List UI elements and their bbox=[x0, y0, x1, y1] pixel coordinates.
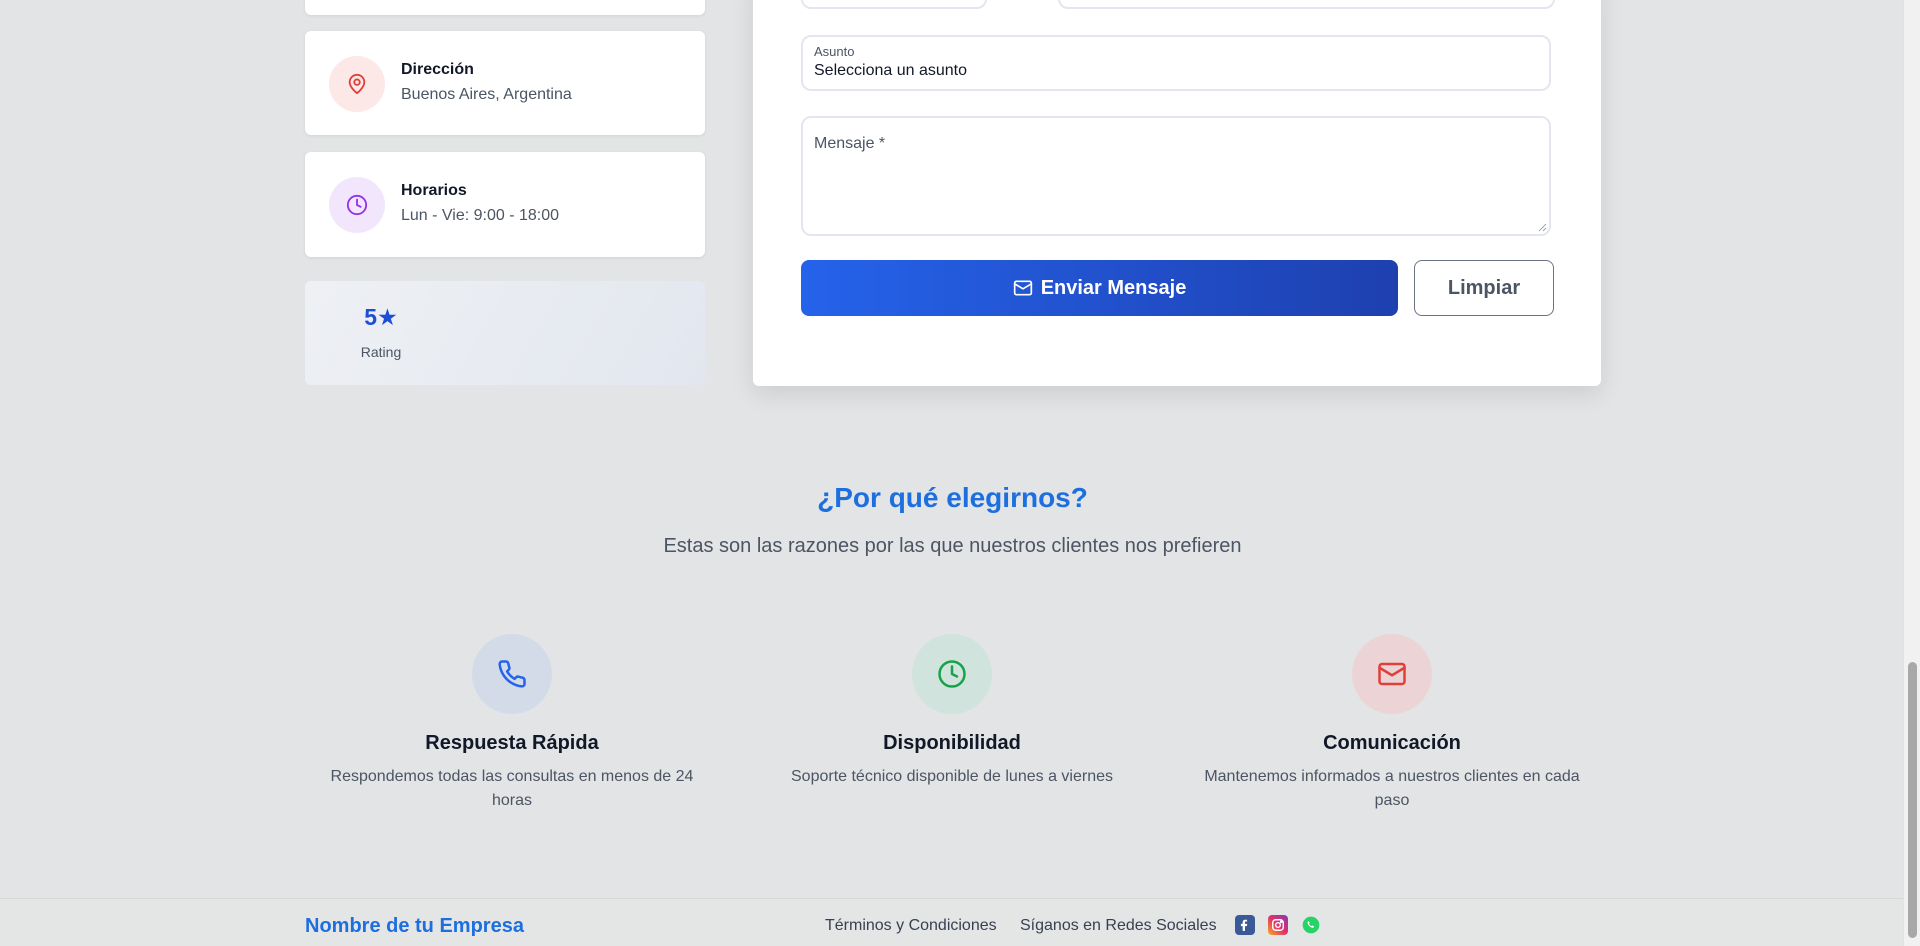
feature-desc: Mantenemos informados a nuestros cliente… bbox=[1204, 768, 1580, 809]
feature-title: Comunicación bbox=[1323, 732, 1461, 754]
info-card-partial bbox=[305, 0, 705, 15]
social-link[interactable]: Síganos en Redes Sociales bbox=[1020, 917, 1217, 935]
whatsapp-icon[interactable] bbox=[1301, 915, 1321, 935]
subject-value: Selecciona un asunto bbox=[814, 62, 967, 79]
feature-availability: Disponibilidad Soporte técnico disponibl… bbox=[762, 634, 1142, 789]
facebook-icon[interactable] bbox=[1235, 915, 1255, 935]
feature-desc: Soporte técnico disponible de lunes a vi… bbox=[791, 768, 1113, 785]
page: Dirección Buenos Aires, Argentina Horari… bbox=[0, 0, 1920, 946]
phone-icon bbox=[472, 634, 552, 714]
footer: Nombre de tu Empresa Términos y Condicio… bbox=[0, 898, 1903, 946]
clear-label: Limpiar bbox=[1447, 276, 1521, 299]
terms-link[interactable]: Términos y Condiciones bbox=[825, 917, 997, 935]
why-title: ¿Por qué elegirnos? bbox=[817, 482, 1088, 513]
vertical-scrollbar[interactable] bbox=[1903, 0, 1920, 946]
clear-button[interactable]: Limpiar bbox=[1414, 260, 1554, 316]
map-pin-icon bbox=[329, 56, 385, 112]
subject-select[interactable]: Asunto Selecciona un asunto bbox=[801, 35, 1551, 91]
resize-handle-icon[interactable] bbox=[1537, 222, 1547, 232]
send-message-button[interactable]: Enviar Mensaje bbox=[801, 260, 1398, 316]
mail-icon bbox=[1013, 280, 1032, 296]
rating-card: 5★ Rating bbox=[305, 281, 705, 385]
rating-label: Rating bbox=[360, 344, 402, 360]
clock-icon bbox=[912, 634, 992, 714]
mail-icon bbox=[1352, 634, 1432, 714]
subject-label: Asunto bbox=[814, 44, 855, 59]
rating-value: 5★ bbox=[364, 304, 398, 330]
hours-title: Horarios bbox=[401, 182, 467, 199]
message-textarea[interactable]: Mensaje * bbox=[801, 116, 1551, 236]
footer-brand[interactable]: Nombre de tu Empresa bbox=[305, 915, 524, 938]
why-subtitle: Estas son las razones por las que nuestr… bbox=[663, 535, 1242, 557]
feature-title: Respuesta Rápida bbox=[425, 732, 599, 754]
address-title: Dirección bbox=[401, 61, 474, 78]
send-message-label: Enviar Mensaje bbox=[1040, 276, 1187, 299]
message-placeholder: Mensaje * bbox=[814, 135, 886, 152]
phone-field-partial[interactable] bbox=[801, 0, 987, 9]
feature-communication: Comunicación Mantenemos informados a nue… bbox=[1202, 634, 1582, 813]
feature-title: Disponibilidad bbox=[883, 732, 1021, 754]
feature-fast-response: Respuesta Rápida Respondemos todas las c… bbox=[322, 634, 702, 813]
feature-desc: Respondemos todas las consultas en menos… bbox=[330, 768, 694, 809]
clock-icon bbox=[329, 177, 385, 233]
hours-value: Lun - Vie: 9:00 - 18:00 bbox=[401, 207, 560, 224]
company-field-partial[interactable] bbox=[1058, 0, 1555, 9]
scrollbar-thumb[interactable] bbox=[1908, 662, 1917, 938]
hours-card: Horarios Lun - Vie: 9:00 - 18:00 bbox=[305, 152, 705, 257]
instagram-icon[interactable] bbox=[1268, 915, 1288, 935]
contact-form: Asunto Selecciona un asunto Mensaje * En… bbox=[753, 0, 1601, 386]
address-value: Buenos Aires, Argentina bbox=[401, 86, 572, 103]
address-card: Dirección Buenos Aires, Argentina bbox=[305, 31, 705, 135]
